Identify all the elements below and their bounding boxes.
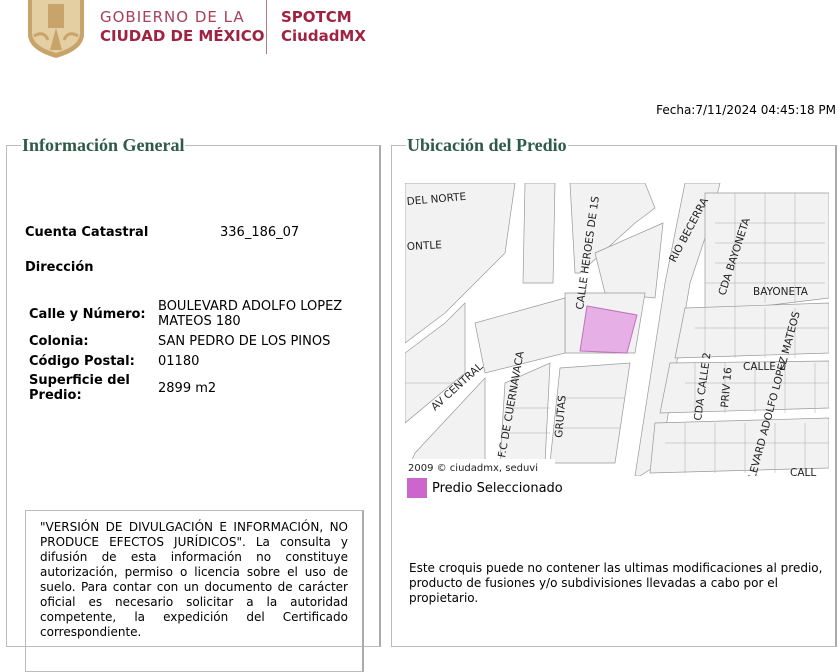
map-note: Este croquis puede no contener las ultim… [409, 561, 823, 605]
map-credit: 2009 © ciudadmx, seduvi [408, 463, 538, 474]
cp-value: 01180 [158, 354, 200, 369]
logo-divider [266, 0, 267, 54]
header: GOBIERNO DE LA CIUDAD DE MÉXICO SPOTCM C… [0, 0, 840, 70]
cp-label: Código Postal: [29, 354, 135, 369]
map-block [649, 417, 829, 474]
general-info-panel: Información General Cuenta Catastral 336… [6, 135, 381, 672]
cdmx-crest-icon [28, 0, 84, 58]
disclaimer-box: "VERSIÓN DE DIVULGACIÓN E INFORMACIÓN, N… [25, 510, 364, 672]
superficie-label: Superficie del Predio: [29, 373, 130, 403]
map-svg: DEL NORTE ONTLE CALLE HEROES DE 1S RIO B… [405, 183, 829, 476]
street-label: CALLE 2 [743, 361, 786, 373]
location-panel: Ubicación del Predio DEL NORTE ONTLE CAL… [391, 135, 837, 647]
cuenta-value: 336_186_07 [220, 225, 300, 240]
legend-swatch [407, 478, 427, 498]
report-date: Fecha:7/11/2024 04:45:18 PM [656, 103, 836, 117]
government-logo-text: GOBIERNO DE LA CIUDAD DE MÉXICO [100, 8, 265, 45]
map-block [522, 183, 556, 284]
street-label: BAYONETA [753, 286, 809, 298]
street-label: CALL [790, 467, 816, 476]
map-block [674, 302, 829, 359]
legend-label: Predio Seleccionado [432, 481, 563, 496]
street-label: ONTLE [407, 239, 443, 253]
colonia-value: SAN PEDRO DE LOS PINOS [158, 334, 331, 349]
selected-parcel[interactable] [579, 305, 638, 354]
superficie-value: 2899 m2 [158, 381, 217, 396]
direccion-label: Dirección [25, 260, 94, 275]
disclaimer-text: "VERSIÓN DE DIVULGACIÓN E INFORMACIÓN, N… [40, 520, 348, 639]
calle-label: Calle y Número: [29, 307, 146, 322]
location-title: Ubicación del Predio [407, 135, 567, 155]
app-logo-text: SPOTCM CiudadMX [281, 8, 366, 45]
calle-value: BOULEVARD ADOLFO LOPEZ MATEOS 180 [158, 299, 343, 329]
cuenta-label: Cuenta Catastral [25, 225, 149, 240]
location-map[interactable]: DEL NORTE ONTLE CALLE HEROES DE 1S RIO B… [405, 183, 829, 476]
general-info-title: Información General [22, 135, 185, 155]
colonia-label: Colonia: [29, 334, 89, 349]
